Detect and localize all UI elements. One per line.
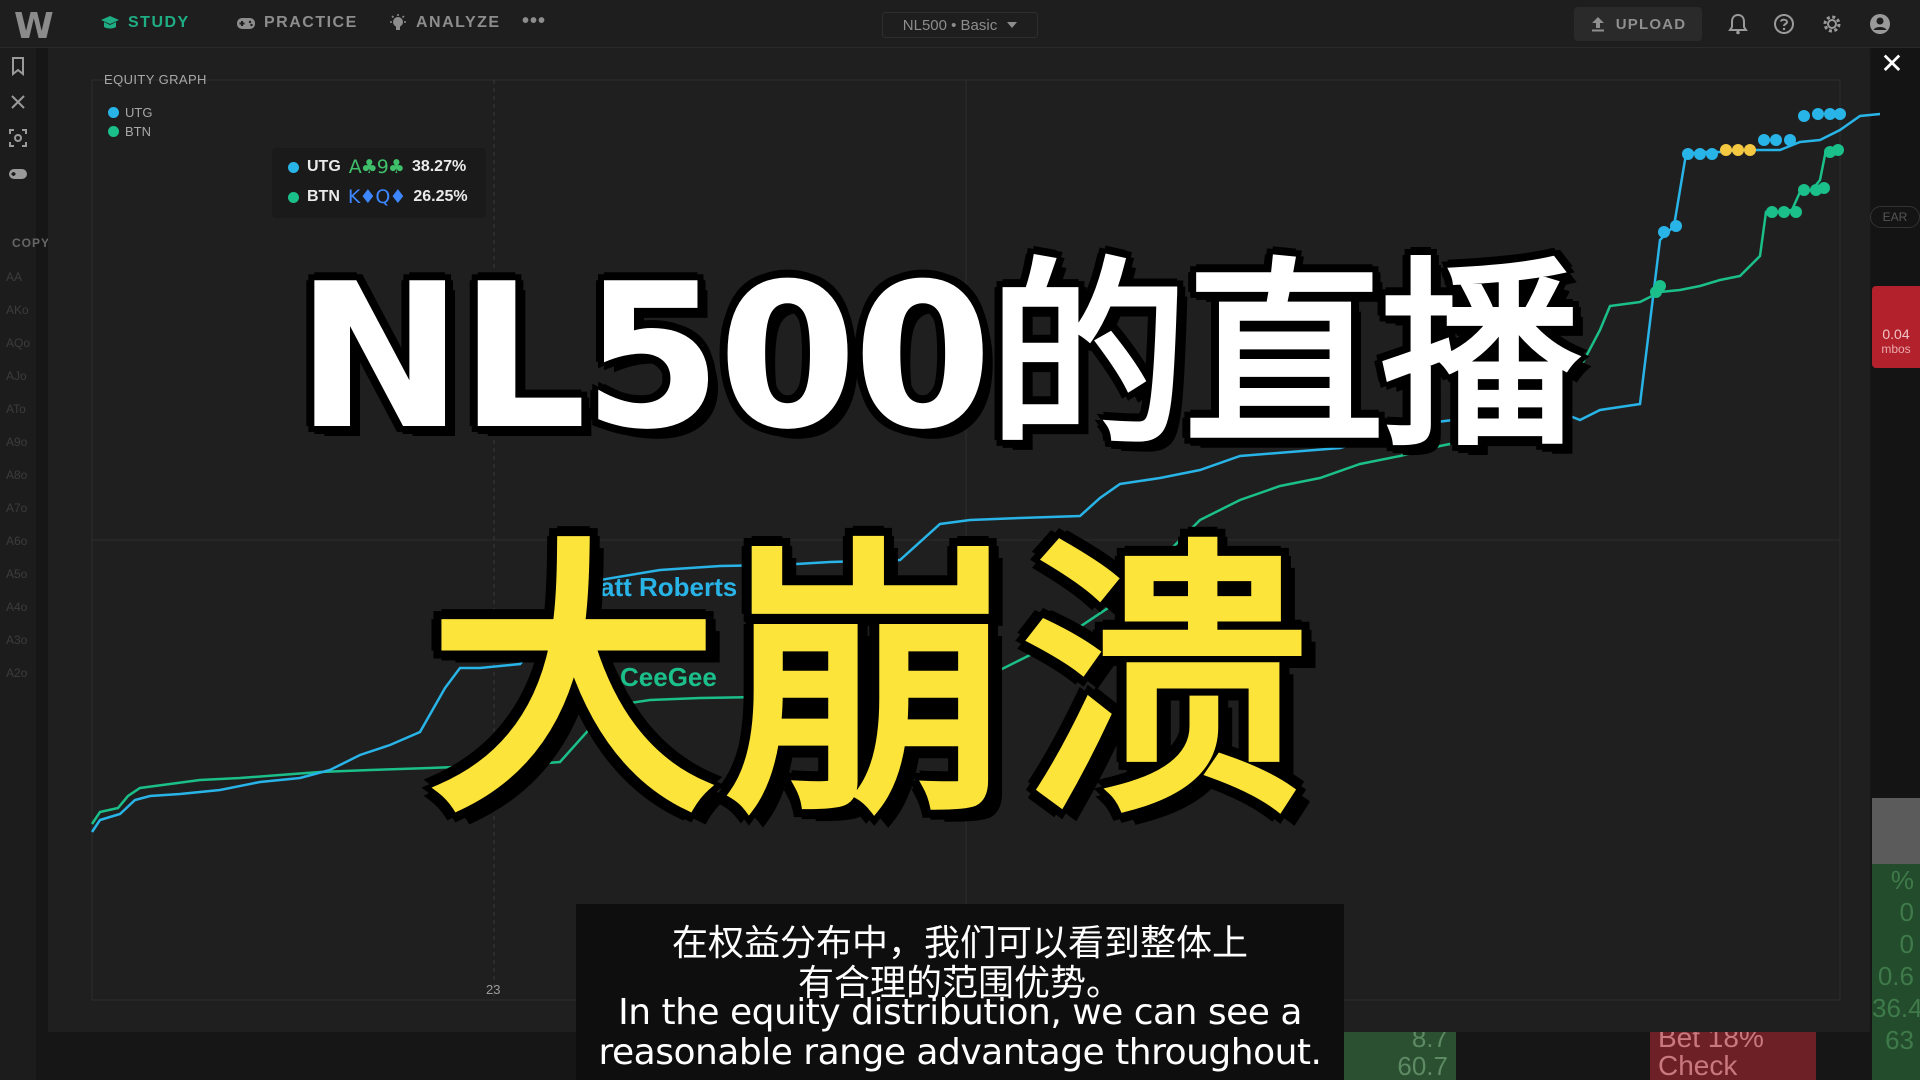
tooltip-equity-utg: 38.27% [411,158,467,175]
legend-label-btn: BTN [125,124,151,139]
tooltip-dot-utg [288,161,299,173]
tooltip-hand-utg: A♣9♣ [348,156,405,178]
tooltip-position-btn: BTN [307,188,340,205]
subtitle-en-line2: reasonable range advantage throughout. [598,1032,1322,1073]
equity-graph-title: EQUITY GRAPH [104,72,207,87]
overlay-title-line1: NL500的直播 [296,241,1580,474]
tooltip-dot-btn [288,191,299,203]
legend-dot-btn [108,126,119,137]
overlay-title-line2: 大崩溃 [428,516,1316,853]
tooltip-row-btn: BTN K♦Q♦ 26.25% [288,186,468,208]
tooltip-row-utg: UTG A♣9♣ 38.27% [288,156,466,178]
legend-item-utg[interactable]: UTG [108,105,152,120]
subtitle-box: 在权益分布中，我们可以看到整体上 有合理的范围优势。 In the equity… [576,904,1344,1080]
legend-dot-utg [108,107,119,118]
x-axis-tick: 23 [486,982,501,997]
tooltip-position-utg: UTG [307,158,341,175]
subtitle-en-line1: In the equity distribution, we can see a [618,992,1302,1033]
legend-label-utg: UTG [125,105,153,120]
legend-item-btn[interactable]: BTN [108,124,151,139]
tooltip-equity-btn: 26.25% [413,188,468,205]
tooltip-hand-btn: K♦Q♦ [347,186,406,208]
equity-tooltip: UTG A♣9♣ 38.27% BTN K♦Q♦ 26.25% [272,148,486,218]
